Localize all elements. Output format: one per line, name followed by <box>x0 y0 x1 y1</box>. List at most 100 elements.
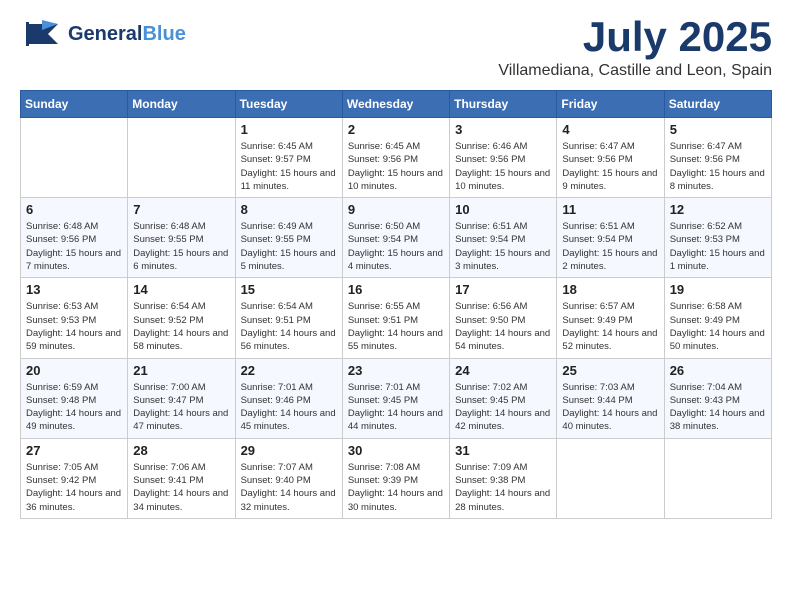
day-info: Sunrise: 6:45 AMSunset: 9:57 PMDaylight:… <box>241 140 337 193</box>
day-number: 31 <box>455 443 551 458</box>
day-info: Sunrise: 7:01 AMSunset: 9:45 PMDaylight:… <box>348 381 444 434</box>
calendar-cell: 13Sunrise: 6:53 AMSunset: 9:53 PMDayligh… <box>21 278 128 358</box>
day-info: Sunrise: 6:54 AMSunset: 9:52 PMDaylight:… <box>133 300 229 353</box>
day-number: 8 <box>241 202 337 217</box>
calendar-cell: 21Sunrise: 7:00 AMSunset: 9:47 PMDayligh… <box>128 358 235 438</box>
day-info: Sunrise: 6:49 AMSunset: 9:55 PMDaylight:… <box>241 220 337 273</box>
calendar-cell: 27 Sunrise: 7:05 AMSunset: 9:42 PMDayligh… <box>21 438 128 518</box>
day-number: 22 <box>241 363 337 378</box>
col-header-tuesday: Tuesday <box>235 91 342 118</box>
calendar-cell: 18 Sunrise: 6:57 AMSunset: 9:49 PMDayligh… <box>557 278 664 358</box>
day-number: 15 <box>241 282 337 297</box>
day-info: Sunrise: 6:51 AMSunset: 9:54 PMDaylight:… <box>455 220 551 273</box>
day-number: 7 <box>133 202 229 217</box>
day-info: Sunrise: 6:48 AMSunset: 9:55 PMDaylight:… <box>133 220 229 273</box>
day-number: 19 <box>670 282 766 297</box>
col-header-friday: Friday <box>557 91 664 118</box>
day-number: 20 <box>26 363 122 378</box>
day-info: Sunrise: 7:03 AMSunset: 9:44 PMDaylight:… <box>562 381 658 434</box>
calendar-cell: 19 Sunrise: 6:58 AMSunset: 9:49 PMDayligh… <box>664 278 771 358</box>
calendar-cell: 20 Sunrise: 6:59 AMSunset: 9:48 PMDayligh… <box>21 358 128 438</box>
col-header-saturday: Saturday <box>664 91 771 118</box>
calendar-cell <box>21 118 128 198</box>
calendar-cell: 12Sunrise: 6:52 AMSunset: 9:53 PMDayligh… <box>664 198 771 278</box>
day-number: 2 <box>348 122 444 137</box>
calendar-week-1: 6Sunrise: 6:48 AMSunset: 9:56 PMDaylight… <box>21 198 772 278</box>
day-number: 18 <box>562 282 658 297</box>
calendar-cell: 14 Sunrise: 6:54 AMSunset: 9:52 PMDayligh… <box>128 278 235 358</box>
calendar-cell: 8 Sunrise: 6:49 AMSunset: 9:55 PMDaylight… <box>235 198 342 278</box>
day-info: Sunrise: 7:09 AMSunset: 9:38 PMDaylight:… <box>455 461 551 514</box>
day-info: Sunrise: 7:00 AMSunset: 9:47 PMDaylight:… <box>133 381 229 434</box>
day-number: 24 <box>455 363 551 378</box>
day-info: Sunrise: 7:05 AMSunset: 9:42 PMDaylight:… <box>26 461 122 514</box>
day-info: Sunrise: 6:58 AMSunset: 9:49 PMDaylight:… <box>670 300 766 353</box>
calendar-header-row: SundayMondayTuesdayWednesdayThursdayFrid… <box>21 91 772 118</box>
calendar-cell: 1 Sunrise: 6:45 AMSunset: 9:57 PMDaylight… <box>235 118 342 198</box>
logo-icon <box>20 16 64 52</box>
calendar-cell: 26 Sunrise: 7:04 AMSunset: 9:43 PMDayligh… <box>664 358 771 438</box>
day-info: Sunrise: 6:57 AMSunset: 9:49 PMDaylight:… <box>562 300 658 353</box>
day-info: Sunrise: 6:47 AMSunset: 9:56 PMDaylight:… <box>562 140 658 193</box>
calendar-cell: 30 Sunrise: 7:08 AMSunset: 9:39 PMDayligh… <box>342 438 449 518</box>
logo: GeneralBlue <box>20 16 186 52</box>
calendar-cell: 4 Sunrise: 6:47 AMSunset: 9:56 PMDaylight… <box>557 118 664 198</box>
day-info: Sunrise: 6:59 AMSunset: 9:48 PMDaylight:… <box>26 381 122 434</box>
day-number: 30 <box>348 443 444 458</box>
day-info: Sunrise: 6:56 AMSunset: 9:50 PMDaylight:… <box>455 300 551 353</box>
col-header-sunday: Sunday <box>21 91 128 118</box>
day-number: 29 <box>241 443 337 458</box>
day-info: Sunrise: 7:08 AMSunset: 9:39 PMDaylight:… <box>348 461 444 514</box>
day-info: Sunrise: 6:54 AMSunset: 9:51 PMDaylight:… <box>241 300 337 353</box>
logo-text: GeneralBlue <box>68 23 186 45</box>
day-info: Sunrise: 7:02 AMSunset: 9:45 PMDaylight:… <box>455 381 551 434</box>
calendar-cell: 10 Sunrise: 6:51 AMSunset: 9:54 PMDayligh… <box>450 198 557 278</box>
col-header-thursday: Thursday <box>450 91 557 118</box>
day-number: 10 <box>455 202 551 217</box>
day-number: 14 <box>133 282 229 297</box>
calendar-cell: 22 Sunrise: 7:01 AMSunset: 9:46 PMDayligh… <box>235 358 342 438</box>
day-number: 26 <box>670 363 766 378</box>
day-info: Sunrise: 7:01 AMSunset: 9:46 PMDaylight:… <box>241 381 337 434</box>
calendar-cell: 5 Sunrise: 6:47 AMSunset: 9:56 PMDaylight… <box>664 118 771 198</box>
calendar-cell <box>557 438 664 518</box>
day-info: Sunrise: 7:07 AMSunset: 9:40 PMDaylight:… <box>241 461 337 514</box>
calendar-cell: 23 Sunrise: 7:01 AMSunset: 9:45 PMDayligh… <box>342 358 449 438</box>
title-block: July 2025 Villamediana, Castille and Leo… <box>498 16 772 80</box>
calendar-cell: 25 Sunrise: 7:03 AMSunset: 9:44 PMDayligh… <box>557 358 664 438</box>
day-info: Sunrise: 6:53 AMSunset: 9:53 PMDaylight:… <box>26 300 122 353</box>
page-header: GeneralBlue July 2025 Villamediana, Cast… <box>20 16 772 80</box>
calendar-week-0: 1 Sunrise: 6:45 AMSunset: 9:57 PMDaylight… <box>21 118 772 198</box>
day-number: 23 <box>348 363 444 378</box>
calendar-cell: 11Sunrise: 6:51 AMSunset: 9:54 PMDayligh… <box>557 198 664 278</box>
calendar-cell: 7 Sunrise: 6:48 AMSunset: 9:55 PMDaylight… <box>128 198 235 278</box>
day-info: Sunrise: 6:55 AMSunset: 9:51 PMDaylight:… <box>348 300 444 353</box>
col-header-monday: Monday <box>128 91 235 118</box>
day-number: 3 <box>455 122 551 137</box>
calendar-cell: 9 Sunrise: 6:50 AMSunset: 9:54 PMDaylight… <box>342 198 449 278</box>
day-number: 25 <box>562 363 658 378</box>
calendar-cell: 31 Sunrise: 7:09 AMSunset: 9:38 PMDayligh… <box>450 438 557 518</box>
day-info: Sunrise: 6:50 AMSunset: 9:54 PMDaylight:… <box>348 220 444 273</box>
day-info: Sunrise: 6:48 AMSunset: 9:56 PMDaylight:… <box>26 220 122 273</box>
day-number: 16 <box>348 282 444 297</box>
day-info: Sunrise: 6:52 AMSunset: 9:53 PMDaylight:… <box>670 220 766 273</box>
calendar-cell: 29 Sunrise: 7:07 AMSunset: 9:40 PMDayligh… <box>235 438 342 518</box>
month-title: July 2025 <box>498 16 772 58</box>
day-number: 1 <box>241 122 337 137</box>
day-info: Sunrise: 6:45 AMSunset: 9:56 PMDaylight:… <box>348 140 444 193</box>
day-info: Sunrise: 6:47 AMSunset: 9:56 PMDaylight:… <box>670 140 766 193</box>
day-number: 11 <box>562 202 658 217</box>
day-number: 5 <box>670 122 766 137</box>
calendar-week-3: 20 Sunrise: 6:59 AMSunset: 9:48 PMDayligh… <box>21 358 772 438</box>
day-number: 27 <box>26 443 122 458</box>
location-title: Villamediana, Castille and Leon, Spain <box>498 62 772 80</box>
day-number: 9 <box>348 202 444 217</box>
day-info: Sunrise: 7:04 AMSunset: 9:43 PMDaylight:… <box>670 381 766 434</box>
day-number: 28 <box>133 443 229 458</box>
day-info: Sunrise: 6:46 AMSunset: 9:56 PMDaylight:… <box>455 140 551 193</box>
calendar-cell <box>664 438 771 518</box>
calendar-cell: 17Sunrise: 6:56 AMSunset: 9:50 PMDayligh… <box>450 278 557 358</box>
calendar-week-4: 27 Sunrise: 7:05 AMSunset: 9:42 PMDayligh… <box>21 438 772 518</box>
day-number: 4 <box>562 122 658 137</box>
